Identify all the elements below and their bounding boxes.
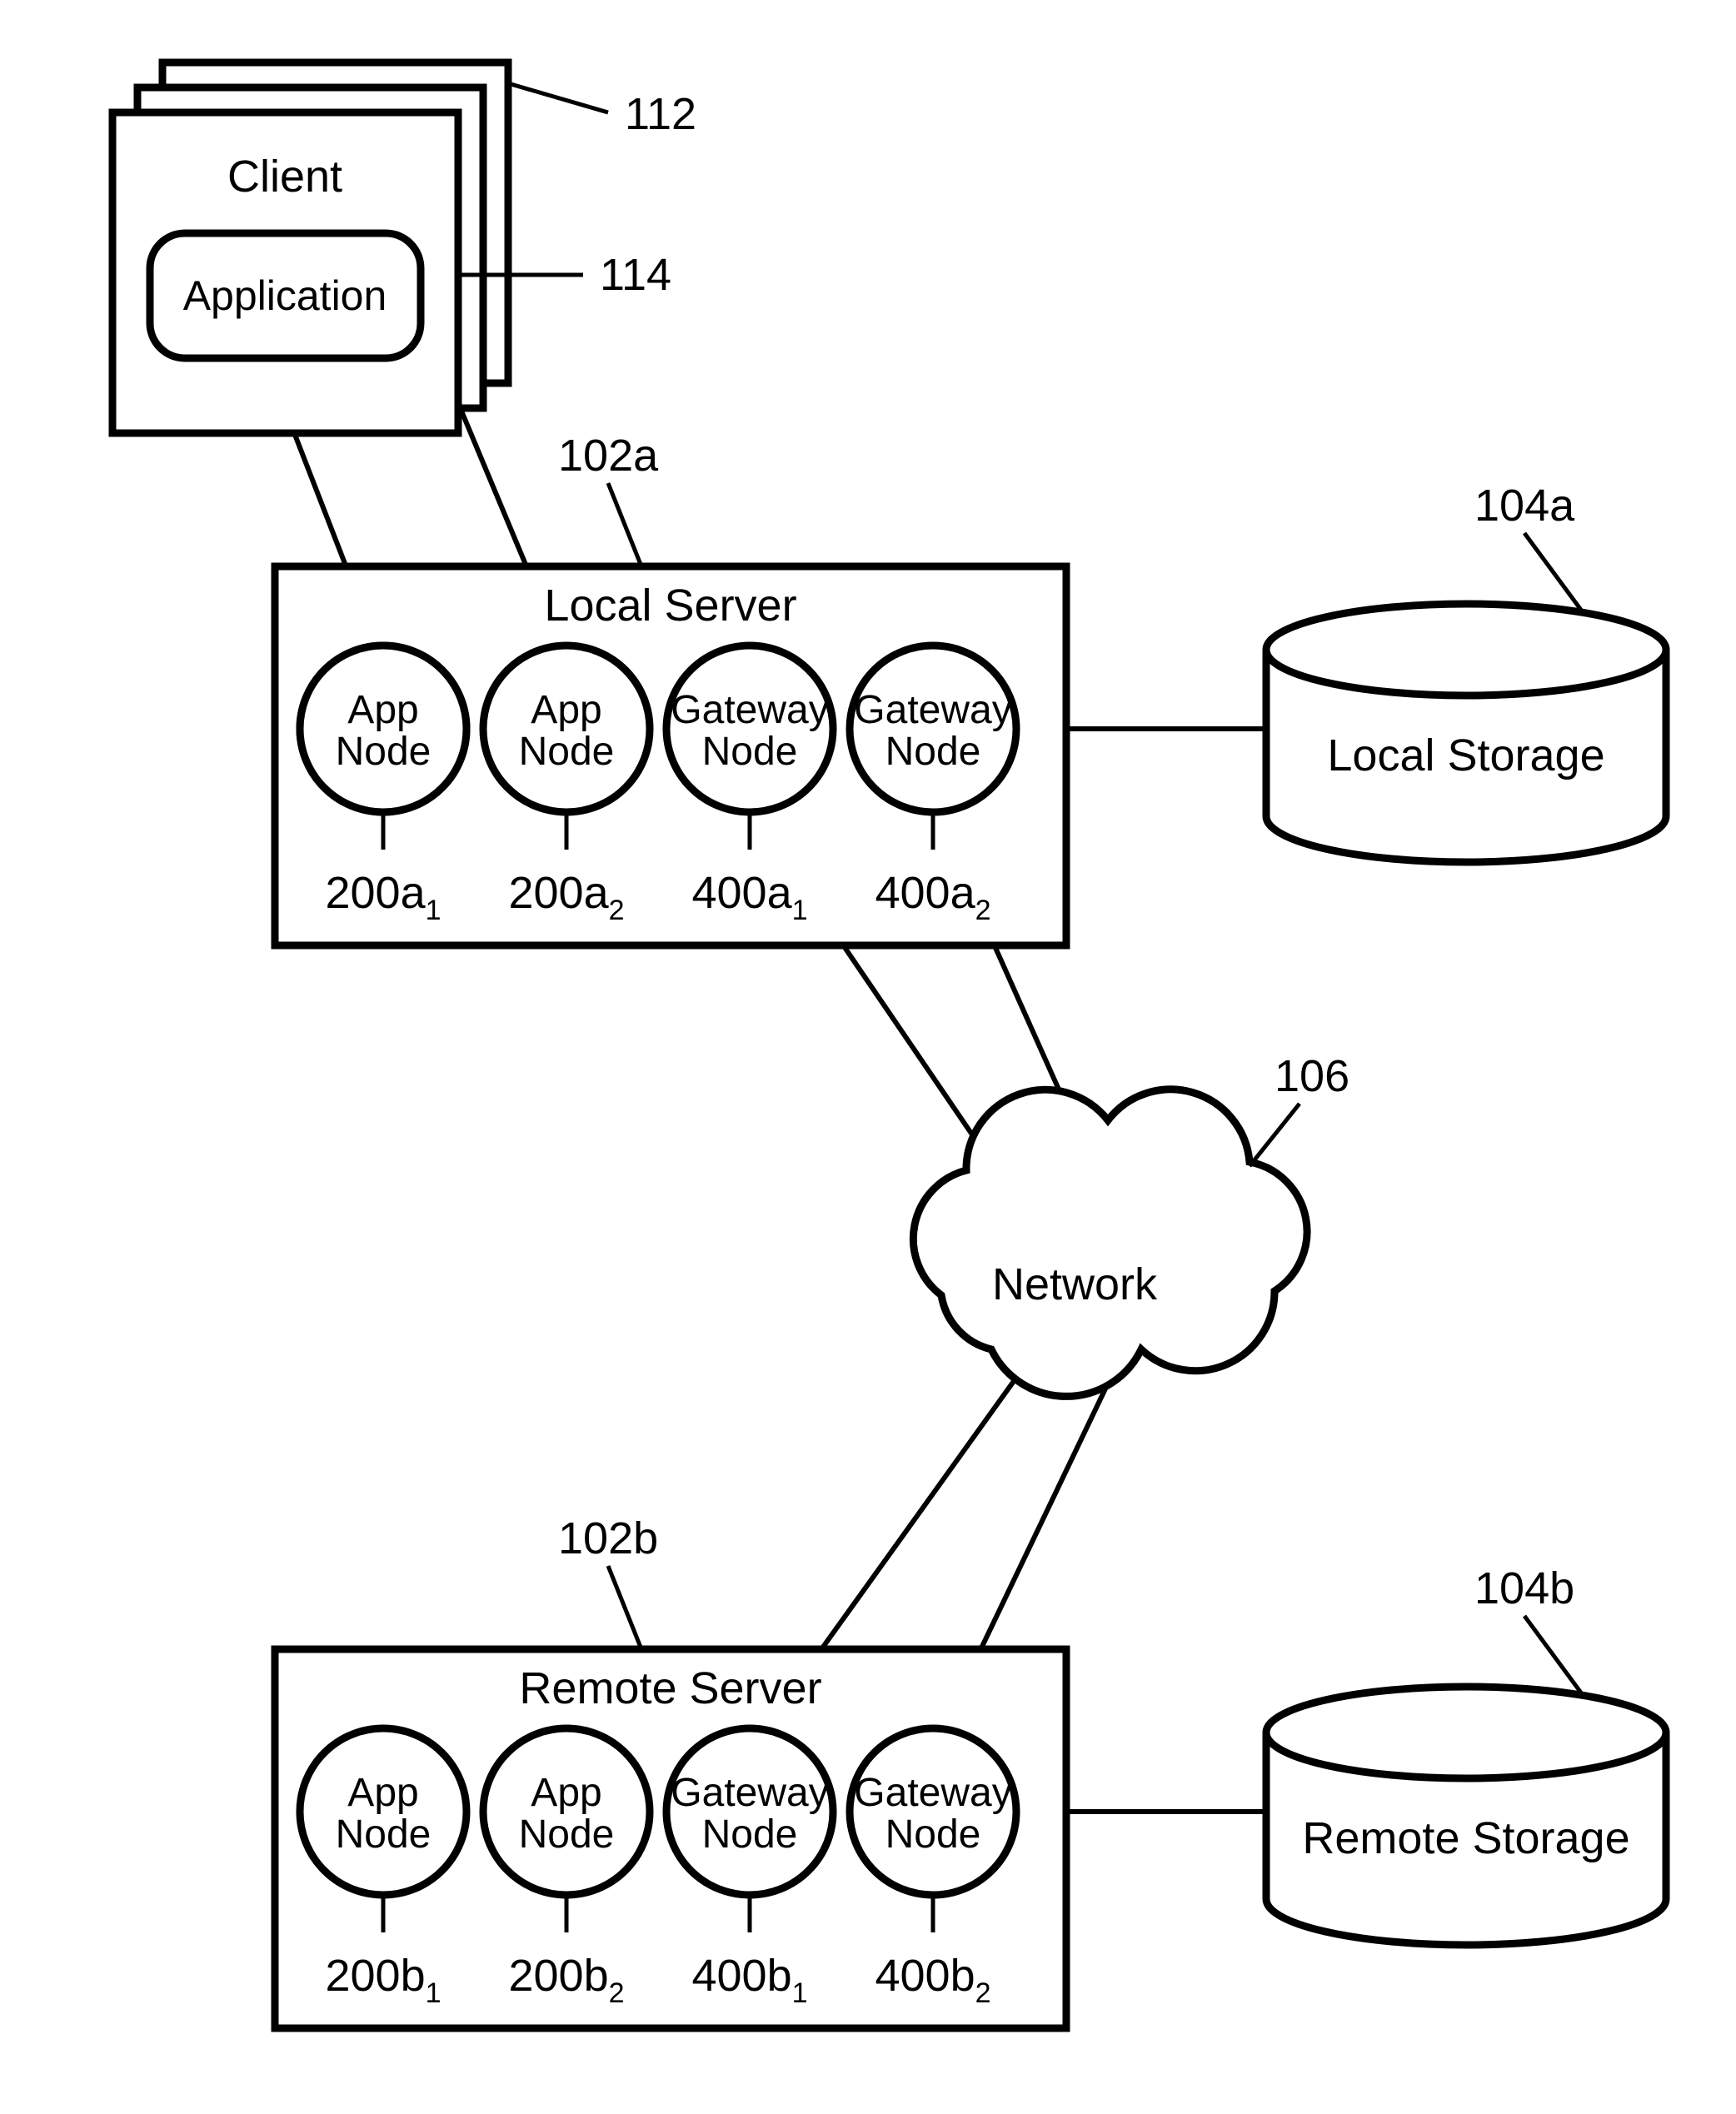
svg-text:400b2: 400b2: [875, 1951, 990, 2009]
ref-104b: 104b: [1474, 1563, 1574, 1613]
local-server-title: Local Server: [544, 581, 796, 631]
svg-text:App: App: [347, 1771, 418, 1815]
ref-106: 106: [1275, 1051, 1349, 1101]
local-storage: Local Storage: [1266, 604, 1666, 862]
svg-text:200a1: 200a1: [325, 868, 441, 926]
svg-text:Node: Node: [336, 730, 432, 774]
svg-text:Node: Node: [336, 1812, 432, 1857]
svg-text:Node: Node: [885, 730, 981, 774]
svg-text:400b1: 400b1: [691, 1951, 807, 2009]
svg-text:Node: Node: [702, 730, 798, 774]
svg-text:Gateway: Gateway: [854, 1771, 1011, 1815]
svg-text:Node: Node: [885, 1812, 981, 1857]
ref-102a: 102a: [558, 431, 659, 481]
svg-text:200a2: 200a2: [508, 868, 624, 926]
svg-text:Gateway: Gateway: [671, 688, 828, 732]
svg-text:App: App: [531, 1771, 601, 1815]
remote-storage: Remote Storage: [1266, 1687, 1666, 1945]
svg-text:400a1: 400a1: [691, 868, 807, 926]
svg-text:Gateway: Gateway: [671, 1771, 828, 1815]
svg-text:Local Storage: Local Storage: [1327, 730, 1604, 780]
svg-text:App: App: [531, 688, 601, 732]
ref-102b: 102b: [558, 1513, 658, 1563]
client-stack: Client Application: [112, 62, 508, 433]
svg-text:Remote Storage: Remote Storage: [1302, 1813, 1629, 1863]
ref-114: 114: [600, 250, 671, 300]
application-label: Application: [183, 272, 387, 319]
svg-text:Node: Node: [702, 1812, 798, 1857]
ref-112: 112: [625, 89, 696, 139]
svg-text:200b1: 200b1: [325, 1951, 441, 2009]
svg-text:Node: Node: [519, 730, 615, 774]
svg-text:400a2: 400a2: [875, 868, 990, 926]
network-cloud: Network: [913, 1089, 1307, 1397]
svg-text:App: App: [347, 688, 418, 732]
svg-text:Node: Node: [519, 1812, 615, 1857]
ref-104a: 104a: [1474, 481, 1575, 531]
svg-text:Gateway: Gateway: [854, 688, 1011, 732]
svg-text:200b2: 200b2: [508, 1951, 624, 2009]
remote-server-title: Remote Server: [519, 1663, 821, 1713]
svg-text:Network: Network: [992, 1259, 1158, 1309]
client-title: Client: [227, 152, 342, 202]
